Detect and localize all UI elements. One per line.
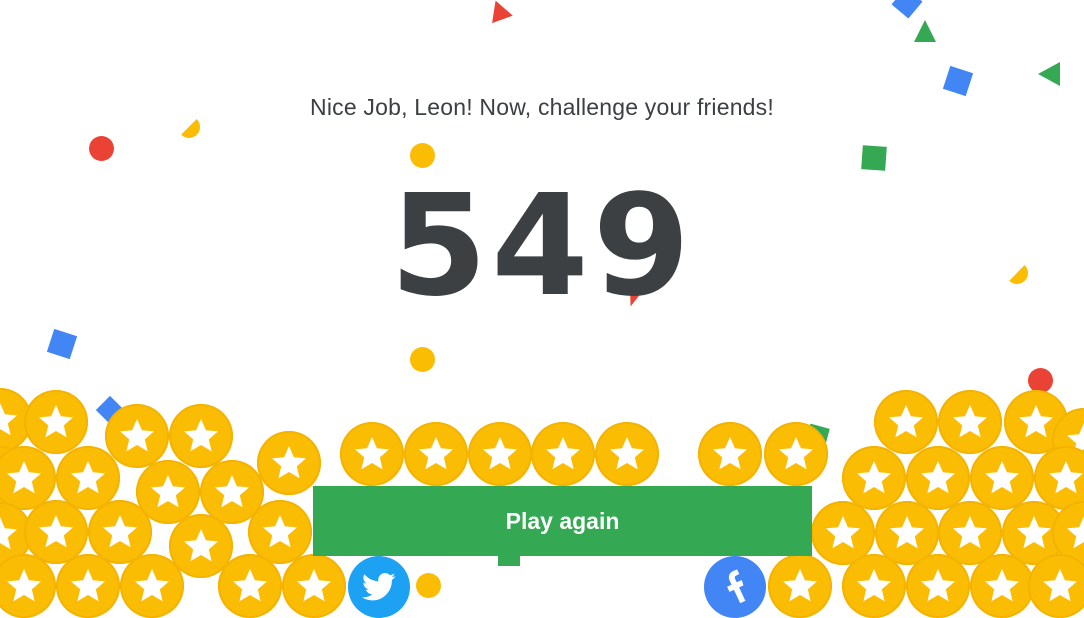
star-coin-icon — [938, 501, 1002, 565]
star-coin-icon — [1052, 408, 1084, 472]
star-coin-icon — [468, 422, 532, 486]
star-coin-icon — [906, 446, 970, 510]
star-coin-icon — [1028, 554, 1084, 618]
star-coin-icon — [257, 431, 321, 495]
star-coin-icon — [0, 554, 56, 618]
star-coin-icon — [1034, 446, 1084, 510]
confetti-dot-red — [1028, 368, 1053, 393]
star-coin-icon — [248, 500, 312, 564]
confetti-dot-red — [89, 136, 114, 161]
star-coin-icon — [875, 501, 939, 565]
final-score: 549 — [389, 165, 695, 328]
confetti-square-green — [806, 423, 830, 445]
confetti-square-blue — [891, 0, 923, 19]
star-coin-icon — [970, 554, 1034, 618]
star-coin-icon — [56, 446, 120, 510]
star-coin-icon — [0, 446, 32, 510]
star-coin-icon — [0, 388, 32, 452]
star-coin-icon — [120, 554, 184, 618]
star-coin-icon — [531, 422, 595, 486]
star-coin-icon — [136, 460, 200, 524]
star-coin-icon — [874, 390, 938, 454]
star-coin-icon — [24, 500, 88, 564]
star-coin-icon — [340, 422, 404, 486]
confetti-triangle-green — [914, 20, 936, 42]
star-coin-icon — [0, 446, 56, 510]
play-again-button[interactable]: Play again — [313, 486, 812, 556]
confetti-square-blue — [95, 395, 125, 425]
star-coin-icon — [768, 554, 832, 618]
star-coin-icon — [169, 514, 233, 578]
star-coin-icon — [970, 446, 1034, 510]
star-coin-icon — [906, 554, 970, 618]
twitter-bird-icon — [362, 572, 396, 601]
star-coin-icon — [595, 422, 659, 486]
confetti-triangle-green — [1038, 62, 1060, 86]
confetti-square-blue — [46, 328, 78, 360]
star-coin-icon — [938, 390, 1002, 454]
star-coin-icon — [56, 554, 120, 618]
star-coin-icon — [698, 422, 762, 486]
star-coin-icon — [842, 554, 906, 618]
star-coin-icon — [169, 404, 233, 468]
star-coin-icon — [24, 390, 88, 454]
star-coin-icon — [218, 554, 282, 618]
star-coin-icon — [282, 554, 346, 618]
star-coin-icon — [1002, 501, 1066, 565]
star-coin-icon — [0, 502, 32, 566]
star-coin-icon — [200, 460, 264, 524]
star-coin-icon — [842, 446, 906, 510]
star-coin-icon — [88, 500, 152, 564]
challenge-message: Nice Job, Leon! Now, challenge your frie… — [310, 94, 774, 120]
twitter-share-button[interactable] — [348, 556, 410, 618]
confetti-square-blue — [942, 65, 974, 97]
star-coin-icon — [1004, 390, 1068, 454]
star-coin-icon — [1052, 501, 1084, 565]
confetti-square-green — [861, 145, 887, 171]
star-coin-icon — [811, 501, 875, 565]
confetti-dot-yellow — [410, 347, 435, 372]
confetti-dot-yellow — [416, 573, 441, 598]
facebook-share-button[interactable] — [704, 556, 766, 618]
facebook-f-icon — [727, 569, 746, 604]
star-coin-icon — [404, 422, 468, 486]
confetti-triangle-red — [485, 0, 513, 24]
